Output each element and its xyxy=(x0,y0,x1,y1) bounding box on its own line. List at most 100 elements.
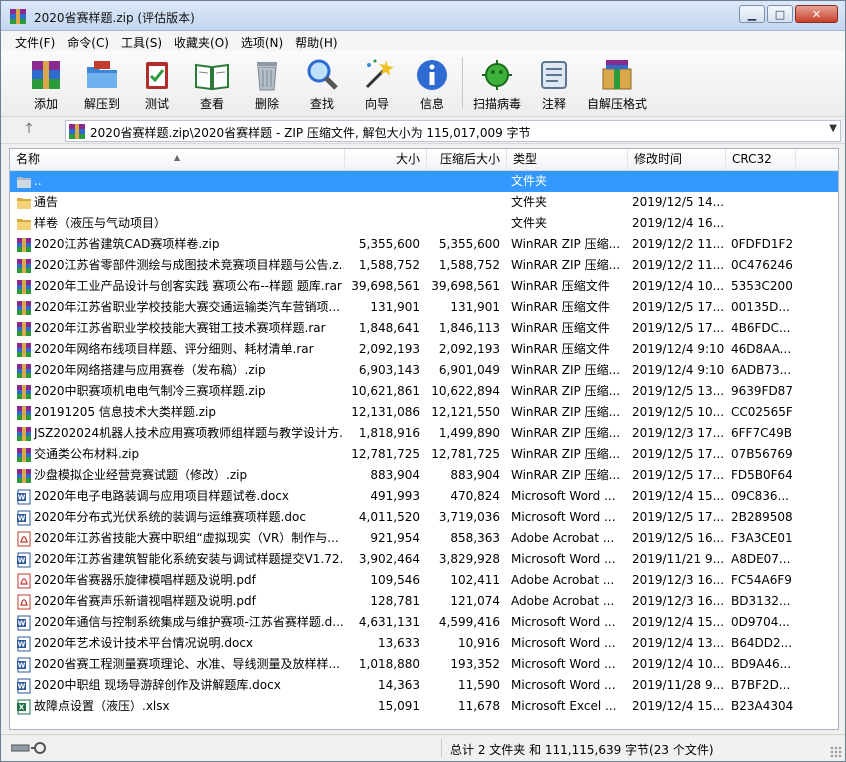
test-button[interactable]: 测试 xyxy=(132,55,182,113)
file-row[interactable]: .. 文件夹 xyxy=(10,171,838,192)
svg-text:W: W xyxy=(18,641,26,649)
file-row[interactable]: 2020年工业产品设计与创客实践 赛项公布--样题 题库.rar 39,698,5… xyxy=(10,276,838,297)
file-type: WinRAR ZIP 压缩... xyxy=(511,405,621,419)
file-crc: 09C836... xyxy=(731,489,789,503)
col-crc[interactable]: CRC32 xyxy=(726,149,796,171)
col-size[interactable]: 大小 xyxy=(345,149,427,171)
file-row[interactable]: W 2020年通信与控制系统集成与维护赛项-江苏省赛样题.d... 4,631,13… xyxy=(10,612,838,633)
word-icon: W xyxy=(16,657,32,673)
column-header: 名称 ▲ 大小 压缩后大小 类型 修改时间 CRC32 xyxy=(10,149,838,171)
file-row[interactable]: JSZ202024机器人技术应用赛项教师组样题与教学设计方... 1,818,91… xyxy=(10,423,838,444)
file-row[interactable]: W 2020年江苏省建筑智能化系统安装与调试样题提交V1.72... 3,902,4… xyxy=(10,549,838,570)
rar-icon xyxy=(16,468,32,484)
file-packed-size: 4,599,416 xyxy=(438,615,500,629)
file-type: 文件夹 xyxy=(511,216,548,230)
file-row[interactable]: 2020年江苏省职业学校技能大赛交通运输类汽车营销项... 131,901 131,… xyxy=(10,297,838,318)
window-title: 2020省赛样题.zip (评估版本) xyxy=(34,11,195,25)
svg-text:W: W xyxy=(18,557,26,565)
file-row[interactable]: 2020年网络搭建与应用赛卷（发布稿）.zip 6,903,143 6,901,04… xyxy=(10,360,838,381)
file-modified: 2019/12/5 13... xyxy=(632,384,724,398)
file-size: 39,698,561 xyxy=(351,279,420,293)
maximize-button[interactable]: □ xyxy=(767,5,793,23)
word-icon: W xyxy=(16,615,32,631)
wizard-button[interactable]: 向导 xyxy=(352,55,402,113)
col-modified[interactable]: 修改时间 xyxy=(628,149,726,171)
delete-button[interactable]: 删除 xyxy=(242,55,292,113)
col-packed[interactable]: 压缩后大小 xyxy=(427,149,507,171)
file-modified: 2019/12/5 10... xyxy=(632,405,724,419)
up-folder-icon xyxy=(16,174,32,190)
file-row[interactable]: 2020中职赛项机电电气制冷三赛项样题.zip 10,621,861 10,622,… xyxy=(10,381,838,402)
file-crc: B64DD2... xyxy=(731,636,793,650)
scan-virus-button[interactable]: 扫描病毒 xyxy=(472,55,522,113)
menu-tools[interactable]: 工具(S) xyxy=(115,31,168,51)
file-row[interactable]: 交通类公布材料.zip 12,781,725 12,781,725 WinRAR ZI… xyxy=(10,444,838,465)
menu-favorites[interactable]: 收藏夹(O) xyxy=(168,31,235,51)
wizard-wand-icon xyxy=(365,59,394,89)
menu-options[interactable]: 选项(N) xyxy=(235,31,289,51)
file-name: 样卷（液压与气动项目） xyxy=(34,216,167,230)
menu-commands[interactable]: 命令(C) xyxy=(61,31,115,51)
file-row[interactable]: 2020年网络布线项目样题、评分细则、耗材清单.rar 2,092,193 2,09… xyxy=(10,339,838,360)
extract-to-button[interactable]: 解压到 xyxy=(77,55,127,113)
file-size: 4,631,131 xyxy=(358,615,420,629)
svg-text:X: X xyxy=(19,704,25,712)
file-row[interactable]: 2020年省赛器乐旋律模唱样题及说明.pdf 109,546 102,411 Adob… xyxy=(10,570,838,591)
file-row[interactable]: W 2020年电子电路装调与应用项目样题试卷.docx 491,993 470,824… xyxy=(10,486,838,507)
sfx-button[interactable]: 自解压格式 xyxy=(587,55,647,113)
file-packed-size: 3,829,928 xyxy=(438,552,500,566)
menu-file[interactable]: 文件(F) xyxy=(9,31,61,51)
view-button[interactable]: 查看 xyxy=(187,55,237,113)
file-modified xyxy=(632,171,724,192)
arrow-up-icon: ↑ xyxy=(23,121,35,137)
resize-grip[interactable] xyxy=(830,746,842,758)
file-row[interactable]: W 2020年分布式光伏系统的装调与运维赛项样题.doc 4,011,520 3,71… xyxy=(10,507,838,528)
file-modified: 2019/12/5 16... xyxy=(632,531,724,545)
address-field[interactable]: 2020省赛样题.zip\2020省赛样题 - ZIP 压缩文件, 解包大小为 … xyxy=(65,120,841,142)
file-row[interactable]: 2020年省赛声乐新谱视唱样题及说明.pdf 128,781 121,074 Adob… xyxy=(10,591,838,612)
file-packed-size: 1,499,890 xyxy=(438,426,500,440)
title-bar[interactable]: 2020省赛样题.zip (评估版本) ▁ □ ✕ xyxy=(1,1,845,31)
file-size: 10,621,861 xyxy=(351,384,420,398)
file-modified: 2019/12/4 13... xyxy=(632,636,724,650)
file-type: 文件夹 xyxy=(511,174,548,188)
file-row[interactable]: X 故障点设置（液压）.xlsx 15,091 11,678 Microsoft Exc… xyxy=(10,696,838,717)
file-size: 15,091 xyxy=(378,699,420,713)
rar-icon xyxy=(16,342,32,358)
trash-icon xyxy=(257,62,277,91)
menu-bar: 文件(F) 命令(C) 工具(S) 收藏夹(O) 选项(N) 帮助(H) xyxy=(1,31,845,51)
info-button[interactable]: 信息 xyxy=(407,55,457,113)
file-row[interactable]: 样卷（液压与气动项目） 文件夹 2019/12/4 16... xyxy=(10,213,838,234)
file-row[interactable]: W 2020年艺术设计技术平台情况说明.docx 13,633 10,916 Micro… xyxy=(10,633,838,654)
file-packed-size: 12,121,550 xyxy=(431,405,500,419)
close-button[interactable]: ✕ xyxy=(795,5,838,23)
pdf-icon xyxy=(16,531,32,547)
comment-button[interactable]: 注释 xyxy=(529,55,579,113)
file-name: 通告 xyxy=(34,195,59,209)
file-row[interactable]: 沙盘模拟企业经营竞赛试题（修改）.zip 883,904 883,904 WinRAR… xyxy=(10,465,838,486)
file-row[interactable]: 2020江苏省零部件测绘与成图技术竞赛项目样题与公告.z... 1,588,752… xyxy=(10,255,838,276)
col-name[interactable]: 名称 ▲ xyxy=(10,149,345,171)
pdf-icon xyxy=(16,573,32,589)
file-packed-size: 10,916 xyxy=(458,636,500,650)
file-modified: 2019/12/4 10... xyxy=(632,657,724,671)
file-crc: 5353C200 xyxy=(731,279,793,293)
file-row[interactable]: W 2020中职组 现场导游辞创作及讲解题库.docx 14,363 11,590 Mi… xyxy=(10,675,838,696)
col-type[interactable]: 类型 xyxy=(507,149,628,171)
file-modified: 2019/12/5 17... xyxy=(632,447,724,461)
file-row[interactable]: 2020江苏省建筑CAD赛项样卷.zip 5,355,600 5,355,600 Wi… xyxy=(10,234,838,255)
comment-icon xyxy=(541,61,567,89)
add-button[interactable]: 添加 xyxy=(21,55,71,113)
file-list[interactable]: 名称 ▲ 大小 压缩后大小 类型 修改时间 CRC32 .. 文件夹 通告 文件夹 201… xyxy=(9,148,839,730)
file-row[interactable]: W 2020省赛工程测量赛项理论、水准、导线测量及放样样... 1,018,880 1… xyxy=(10,654,838,675)
address-dropdown-icon[interactable]: ▼ xyxy=(829,123,837,134)
menu-help[interactable]: 帮助(H) xyxy=(289,31,343,51)
file-row[interactable]: 2020年江苏省职业学校技能大赛钳工技术赛项样题.rar 1,848,641 1,8… xyxy=(10,318,838,339)
find-button[interactable]: 查找 xyxy=(297,55,347,113)
file-row[interactable]: 20191205 信息技术大类样题.zip 12,131,086 12,121,55… xyxy=(10,402,838,423)
up-one-level-button[interactable]: ↑ xyxy=(18,121,40,141)
file-row[interactable]: 2020年江苏省技能大赛中职组“虚拟现实（VR）制作与... 921,954 858… xyxy=(10,528,838,549)
minimize-button[interactable]: ▁ xyxy=(739,5,765,23)
file-row[interactable]: 通告 文件夹 2019/12/5 14... xyxy=(10,192,838,213)
drive-key-icon xyxy=(11,742,46,754)
